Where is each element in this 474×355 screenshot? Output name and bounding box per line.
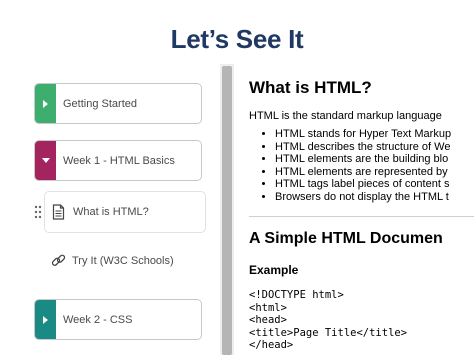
code-line: <!DOCTYPE html> xyxy=(249,289,344,301)
chevron-right-icon xyxy=(43,315,48,324)
link-icon xyxy=(51,253,66,273)
document-icon xyxy=(52,204,65,225)
outline-subitem-label: What is HTML? xyxy=(73,206,149,218)
outline-subitem-what-is-html[interactable]: What is HTML? xyxy=(44,191,206,233)
slide-title: Let’s See It xyxy=(170,24,304,54)
code-line: <head> xyxy=(249,314,287,326)
list-item: Browsers do not display the HTML t xyxy=(275,191,451,204)
scrollbar-thumb[interactable] xyxy=(222,66,232,355)
drag-handle-icon[interactable] xyxy=(34,205,42,224)
list-item: HTML tags label pieces of content s xyxy=(275,178,451,191)
list-item: HTML elements are the building blo xyxy=(275,153,451,166)
expand-toggle[interactable] xyxy=(35,84,56,123)
section-heading: A Simple HTML Documen xyxy=(249,230,443,247)
divider xyxy=(249,216,474,217)
chevron-down-icon xyxy=(41,158,50,163)
list-item: HTML elements are represented by xyxy=(275,166,451,179)
bullet-list: HTML stands for Hyper Text Markup HTML d… xyxy=(249,128,451,203)
outline-item-getting-started[interactable]: Getting Started xyxy=(34,83,202,124)
code-line: <title>Page Title</title> xyxy=(249,326,408,339)
collapse-toggle[interactable] xyxy=(35,141,56,180)
content-pane: What is HTML? HTML is the standard marku… xyxy=(242,64,474,355)
outline-item-week-2[interactable]: Week 2 - CSS xyxy=(34,299,202,340)
outline-item-week-1[interactable]: Week 1 - HTML Basics xyxy=(34,140,202,181)
outline-item-label: Week 1 - HTML Basics xyxy=(63,154,175,167)
expand-toggle[interactable] xyxy=(35,300,56,339)
outline-item-label: Getting Started xyxy=(63,97,137,110)
outline-subitem-try-it[interactable]: Try It (W3C Schools) xyxy=(44,240,206,282)
content-heading: What is HTML? xyxy=(249,78,372,97)
outline-item-label: Week 2 - CSS xyxy=(63,313,133,326)
content-intro: HTML is the standard markup language xyxy=(249,110,442,122)
outline-subitem-label: Try It (W3C Schools) xyxy=(72,255,174,267)
example-label: Example xyxy=(249,263,299,277)
code-block: <!DOCTYPE html> <html> <head> <title>Pag… xyxy=(249,289,407,352)
chevron-right-icon xyxy=(43,99,48,108)
list-item: HTML describes the structure of We xyxy=(275,141,451,154)
code-line: <html> xyxy=(249,301,287,314)
code-line: </head> xyxy=(249,339,294,351)
list-item: HTML stands for Hyper Text Markup xyxy=(275,128,451,141)
